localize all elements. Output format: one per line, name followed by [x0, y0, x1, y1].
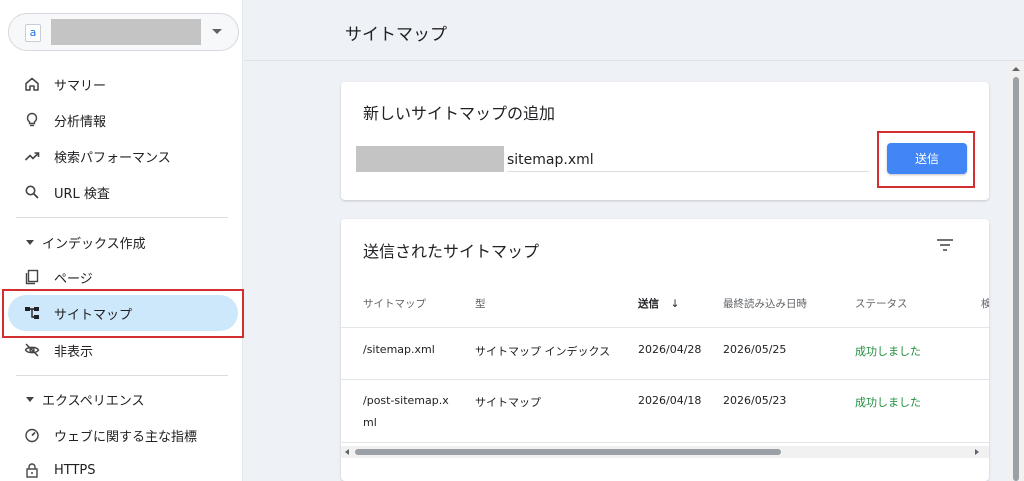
- filter-icon[interactable]: [935, 237, 955, 253]
- sidebar-item-label: URL 検査: [54, 186, 110, 202]
- scroll-left-icon[interactable]: [345, 449, 349, 455]
- column-header-type[interactable]: 型: [475, 296, 486, 311]
- sidebar-item-performance[interactable]: 検索パフォーマンス: [8, 138, 238, 174]
- sidebar-item-label: ページ: [54, 271, 93, 287]
- cell-type: サイトマップ インデックス: [475, 345, 611, 358]
- sidebar-section-indexing[interactable]: インデックス作成: [26, 232, 146, 252]
- sidebar-section-label: エクスペリエンス: [42, 393, 145, 409]
- home-icon: [24, 76, 40, 92]
- cell-status-success: 成功しました: [855, 396, 921, 409]
- property-logo: a: [25, 24, 41, 42]
- cell-submitted: 2026/04/18: [638, 394, 702, 407]
- sidebar-item-pages[interactable]: ページ: [8, 259, 238, 295]
- header-divider: [244, 60, 1024, 61]
- column-header-status[interactable]: ステータス: [855, 296, 908, 311]
- row-divider: [341, 327, 989, 328]
- vertical-scrollbar[interactable]: [1008, 61, 1024, 481]
- column-header-label: 送信: [638, 298, 659, 310]
- sitemap-icon: [24, 305, 40, 321]
- sidebar: a サマリー 分析情報 検索パフォーマンス URL 検査 インデックス作成 ペー…: [0, 0, 243, 481]
- sidebar-divider: [16, 217, 228, 218]
- submit-button[interactable]: 送信: [887, 143, 967, 174]
- cell-submitted: 2026/04/28: [638, 343, 702, 356]
- sidebar-item-sitemaps[interactable]: サイトマップ: [8, 295, 238, 331]
- cell-sitemap-line2[interactable]: ml: [363, 416, 377, 429]
- column-header-discovered[interactable]: 検: [981, 296, 989, 311]
- row-divider: [341, 442, 989, 443]
- sidebar-item-label: サマリー: [54, 78, 107, 94]
- page-title: サイトマップ: [345, 25, 447, 45]
- chevron-down-icon: [212, 29, 222, 34]
- cell-sitemap[interactable]: /sitemap.xml: [363, 343, 435, 356]
- vertical-scroll-thumb[interactable]: [1013, 77, 1019, 481]
- cell-last-read: 2026/05/25: [723, 343, 787, 356]
- sidebar-item-label: ウェブに関する主な指標: [54, 429, 198, 445]
- horizontal-scroll-thumb[interactable]: [355, 449, 781, 455]
- add-sitemap-card: 新しいサイトマップの追加 送信: [341, 82, 989, 200]
- caret-down-icon: [26, 239, 34, 245]
- lightbulb-icon: [24, 112, 40, 128]
- sidebar-item-summary[interactable]: サマリー: [8, 66, 238, 102]
- property-selector[interactable]: a: [8, 13, 239, 51]
- sidebar-item-label: 検索パフォーマンス: [54, 150, 171, 166]
- cell-last-read: 2026/05/23: [723, 394, 787, 407]
- horizontal-scrollbar[interactable]: [341, 446, 989, 458]
- arrow-down-icon: ↓: [670, 298, 680, 310]
- scroll-up-icon[interactable]: [1012, 67, 1020, 71]
- sidebar-item-removals[interactable]: 非表示: [8, 332, 238, 368]
- sidebar-item-label: 非表示: [54, 344, 94, 360]
- sitemap-url-input[interactable]: [507, 148, 869, 172]
- column-header-submitted[interactable]: 送信 ↓: [638, 296, 679, 311]
- sidebar-item-core-web-vitals[interactable]: ウェブに関する主な指標: [8, 417, 238, 453]
- cell-status-success: 成功しました: [855, 345, 921, 358]
- sidebar-item-label: 分析情報: [54, 114, 107, 130]
- cell-sitemap-line1[interactable]: /post-sitemap.x: [363, 394, 449, 407]
- row-divider: [341, 379, 989, 380]
- sidebar-item-label: HTTPS: [54, 462, 96, 478]
- sidebar-item-label: サイトマップ: [54, 307, 133, 323]
- search-icon: [24, 184, 40, 200]
- submitted-sitemaps-card: 送信されたサイトマップ サイトマップ 型 送信 ↓ 最終読み込み日時 ステータス…: [341, 219, 989, 481]
- sidebar-divider: [16, 375, 228, 376]
- add-sitemap-title: 新しいサイトマップの追加: [363, 104, 556, 123]
- speedometer-icon: [24, 427, 40, 443]
- copy-pages-icon: [24, 269, 40, 285]
- cell-type: サイトマップ: [475, 396, 541, 409]
- sidebar-item-insights[interactable]: 分析情報: [8, 102, 238, 138]
- eye-off-icon: [24, 342, 40, 358]
- column-header-last-read[interactable]: 最終読み込み日時: [723, 296, 807, 311]
- property-name-redacted: [51, 19, 201, 45]
- site-url-prefix-redacted: [356, 146, 504, 172]
- sidebar-item-https[interactable]: HTTPS: [8, 452, 238, 481]
- lock-icon: [24, 462, 40, 478]
- submitted-sitemaps-title: 送信されたサイトマップ: [363, 242, 540, 261]
- sidebar-item-url-inspection[interactable]: URL 検査: [8, 174, 238, 210]
- column-header-sitemap[interactable]: サイトマップ: [363, 296, 426, 311]
- sidebar-section-experience[interactable]: エクスペリエンス: [26, 389, 144, 409]
- caret-down-icon: [26, 396, 34, 402]
- sidebar-section-label: インデックス作成: [42, 236, 146, 252]
- scroll-right-icon[interactable]: [975, 449, 979, 455]
- trending-up-icon: [24, 148, 40, 164]
